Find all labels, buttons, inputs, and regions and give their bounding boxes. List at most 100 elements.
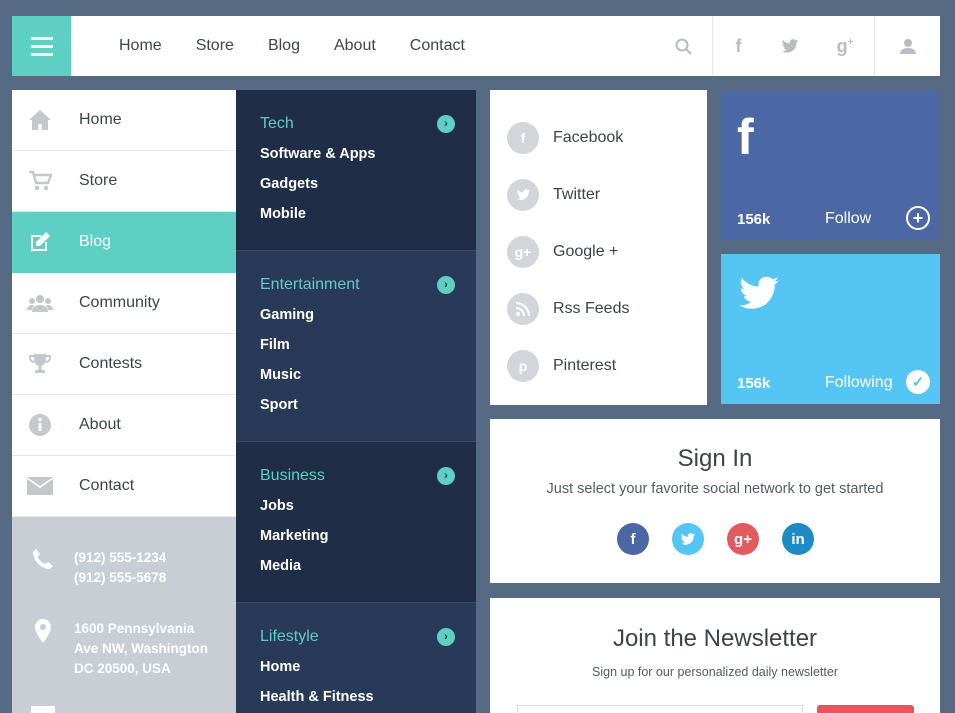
sidebar-item-label: Home: [79, 111, 122, 128]
category-link[interactable]: Gaming: [260, 307, 314, 323]
sidebar-item-blog[interactable]: Blog: [12, 212, 236, 273]
topnav-link-blog[interactable]: Blog: [268, 37, 300, 55]
hamburger-menu-button[interactable]: [12, 16, 71, 76]
mail-icon: [27, 477, 53, 495]
sign-in-panel: Sign In Just select your favorite social…: [490, 419, 940, 583]
plus-circle-icon[interactable]: +: [906, 206, 930, 230]
chevron-right-icon[interactable]: ›: [437, 115, 455, 133]
topnav-link-home[interactable]: Home: [119, 37, 162, 55]
sidebar-item-contact[interactable]: Contact: [12, 456, 236, 517]
category-entertainment: Entertainment › Gaming Film Music Sport: [236, 250, 476, 442]
category-title[interactable]: Tech: [260, 115, 294, 133]
cart-icon: [29, 170, 52, 191]
search-icon: [675, 38, 692, 55]
facebook-icon[interactable]: f: [617, 523, 649, 555]
category-link[interactable]: Marketing: [260, 528, 329, 544]
facebook-button[interactable]: f: [712, 16, 764, 76]
chevron-right-icon[interactable]: ›: [437, 467, 455, 485]
social-link-rss[interactable]: Rss Feeds: [507, 293, 629, 325]
newsletter-panel: Join the Newsletter Sign up for our pers…: [490, 598, 940, 713]
follower-count: 156k: [737, 375, 771, 392]
sidebar-item-label: Store: [79, 172, 118, 189]
follow-button[interactable]: Follow: [825, 210, 871, 228]
pinterest-icon: p: [507, 350, 539, 382]
following-button[interactable]: Following: [825, 374, 893, 392]
address-line: Ave NW, Washington: [74, 641, 208, 656]
newsletter-submit-button[interactable]: [817, 705, 914, 713]
category-title[interactable]: Lifestyle: [260, 628, 319, 646]
contact-info-panel: (912) 555-1234 (912) 555-5678 1600 Penns…: [12, 517, 236, 713]
category-link[interactable]: Mobile: [260, 206, 306, 222]
newsletter-email-input[interactable]: [517, 705, 803, 713]
social-link-label: Facebook: [553, 129, 624, 146]
edit-icon: [31, 232, 50, 251]
twitter-button[interactable]: [764, 16, 816, 76]
topnav-link-contact[interactable]: Contact: [410, 37, 465, 55]
left-sidebar-menu: Home Store Blog Community Contests About…: [12, 90, 236, 517]
google-plus-button[interactable]: g+: [816, 16, 874, 76]
category-link[interactable]: Gadgets: [260, 176, 318, 192]
users-icon: [27, 295, 53, 312]
category-lifestyle: Lifestyle › Home Health & Fitness: [236, 602, 476, 713]
category-mega-menu: Tech › Software & Apps Gadgets Mobile En…: [236, 90, 476, 713]
social-link-label: Rss Feeds: [553, 300, 630, 317]
newsletter-title: Join the Newsletter: [612, 625, 818, 652]
category-link[interactable]: Film: [260, 337, 290, 353]
facebook-icon: f: [507, 122, 539, 154]
category-link[interactable]: Music: [260, 367, 301, 383]
facebook-icon: f: [737, 109, 754, 165]
twitter-icon: [737, 276, 781, 317]
sidebar-item-label: Blog: [79, 233, 112, 250]
sidebar-item-home[interactable]: Home: [12, 90, 236, 151]
check-circle-icon[interactable]: ✓: [906, 370, 930, 394]
sidebar-item-label: Community: [79, 294, 160, 311]
address-row: 1600 Pennsylvania Ave NW, Washington DC …: [12, 619, 208, 679]
category-title[interactable]: Entertainment: [260, 276, 360, 294]
category-link[interactable]: Home: [260, 659, 300, 675]
phone-number: (912) 555-1234: [74, 550, 167, 565]
sidebar-item-community[interactable]: Community: [12, 273, 236, 334]
social-link-pinterest[interactable]: p Pinterest: [507, 350, 616, 382]
twitter-icon[interactable]: [672, 523, 704, 555]
sidebar-item-about[interactable]: About: [12, 395, 236, 456]
google-plus-icon[interactable]: g+: [727, 523, 759, 555]
address-line: DC 20500, USA: [74, 661, 171, 676]
address-line: 1600 Pennsylvania: [74, 621, 195, 636]
phone-icon: [33, 549, 53, 569]
twitter-icon: [507, 179, 539, 211]
sidebar-item-label: Contests: [79, 355, 143, 372]
chevron-right-icon[interactable]: ›: [437, 276, 455, 294]
category-link[interactable]: Sport: [260, 397, 298, 413]
phone-number: (912) 555-5678: [74, 570, 167, 585]
google-plus-icon: g+: [836, 35, 854, 56]
social-links-list: f Facebook Twitter g+ Google + Rss Feeds…: [490, 90, 707, 405]
home-icon: [29, 110, 51, 130]
category-link[interactable]: Health & Fitness: [260, 689, 374, 705]
sign-in-network-buttons: f g+ in: [617, 523, 814, 555]
phone-row: (912) 555-1234 (912) 555-5678: [12, 548, 166, 588]
sidebar-item-store[interactable]: Store: [12, 151, 236, 212]
topnav-link-store[interactable]: Store: [196, 37, 234, 55]
top-navbar: Home Store Blog About Contact f g+: [12, 16, 940, 76]
search-button[interactable]: [654, 16, 712, 76]
category-link[interactable]: Jobs: [260, 498, 294, 514]
social-link-label: Pinterest: [553, 357, 617, 374]
follower-count: 156k: [737, 211, 771, 228]
email-row: [12, 706, 74, 713]
social-link-google-plus[interactable]: g+ Google +: [507, 236, 618, 268]
social-link-facebook[interactable]: f Facebook: [507, 122, 623, 154]
category-link[interactable]: Software & Apps: [260, 146, 375, 162]
category-tech: Tech › Software & Apps Gadgets Mobile: [236, 90, 476, 251]
category-title[interactable]: Business: [260, 467, 325, 485]
social-link-twitter[interactable]: Twitter: [507, 179, 600, 211]
user-account-button[interactable]: [874, 16, 940, 76]
twitter-icon: [781, 38, 799, 53]
linkedin-icon[interactable]: in: [782, 523, 814, 555]
newsletter-subtitle: Sign up for our personalized daily newsl…: [592, 665, 838, 679]
chevron-right-icon[interactable]: ›: [437, 628, 455, 646]
twitter-follow-tile: 156k Following ✓: [721, 254, 940, 404]
social-link-label: Twitter: [553, 186, 601, 203]
category-link[interactable]: Media: [260, 558, 301, 574]
sidebar-item-contests[interactable]: Contests: [12, 334, 236, 395]
topnav-link-about[interactable]: About: [334, 37, 376, 55]
